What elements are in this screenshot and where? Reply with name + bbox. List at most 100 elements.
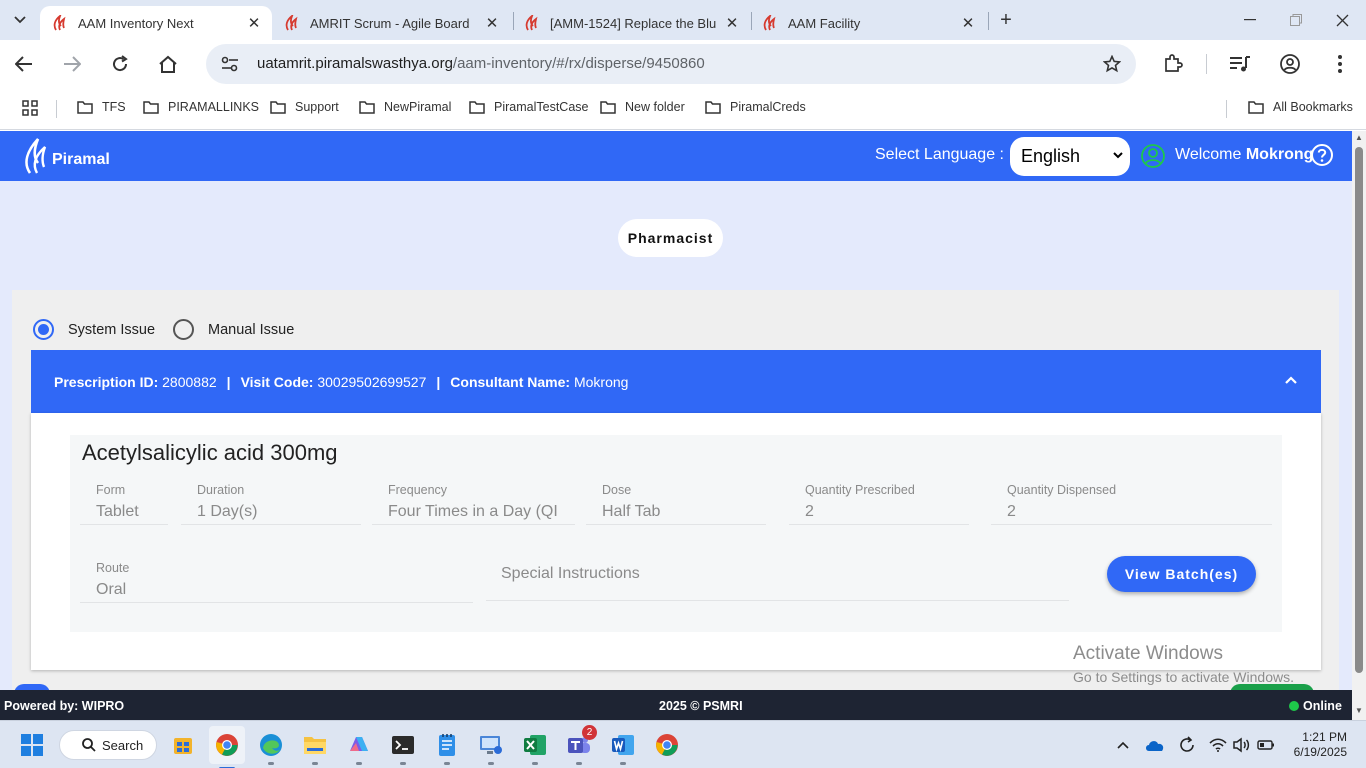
new-tab-button[interactable]: +	[994, 9, 1018, 31]
profile-button[interactable]	[1276, 50, 1304, 78]
tab-aam-facility[interactable]: AAM Facility ✕	[750, 6, 986, 40]
field-label: Duration	[197, 483, 245, 497]
piramal-favicon-icon	[52, 15, 68, 31]
widgets-app-icon[interactable]	[169, 731, 197, 759]
close-icon[interactable]: ✕	[722, 13, 742, 33]
wifi-icon[interactable]	[1208, 735, 1228, 755]
chrome-taskbar-icon[interactable]	[209, 726, 245, 768]
home-button[interactable]	[154, 50, 182, 78]
notepad-taskbar-icon[interactable]	[433, 731, 461, 765]
bookmark-newpiramal[interactable]: NewPiramal	[359, 100, 451, 114]
user-avatar-icon[interactable]	[1141, 144, 1165, 168]
piramal-logo[interactable]: Piramal	[24, 137, 110, 175]
running-indicator	[532, 762, 538, 765]
terminal-taskbar-icon[interactable]	[389, 731, 417, 765]
bookmark-piramallinks[interactable]: PIRAMALLINKS	[143, 100, 259, 114]
onedrive-icon[interactable]	[1145, 735, 1165, 755]
page-scrollbar[interactable]: ▲ ▼	[1352, 131, 1366, 720]
chrome-secondary-taskbar-icon[interactable]	[653, 731, 681, 759]
view-batches-button[interactable]: View Batch(es)	[1107, 556, 1256, 592]
bookmark-tfs[interactable]: TFS	[77, 100, 126, 114]
tab-amrit-scrum[interactable]: AMRIT Scrum - Agile Board ✕	[272, 6, 510, 40]
quantity-prescribed-field: Quantity Prescribed 2	[789, 483, 969, 525]
sync-icon[interactable]	[1177, 735, 1197, 755]
extensions-button[interactable]	[1159, 50, 1187, 78]
running-indicator	[488, 762, 494, 765]
tab-search-button[interactable]	[6, 6, 34, 34]
volume-icon[interactable]	[1231, 735, 1251, 755]
home-icon	[159, 55, 177, 73]
system-issue-label[interactable]: System Issue	[68, 322, 155, 338]
system-issue-radio[interactable]	[33, 319, 54, 340]
all-bookmarks-button[interactable]: All Bookmarks	[1248, 100, 1353, 114]
bookmark-new-folder[interactable]: New folder	[600, 100, 685, 114]
url-path: /aam-inventory/#/rx/disperse/9450860	[452, 55, 705, 72]
prescription-id-value: 2800882	[162, 373, 217, 390]
scroll-up-arrow-icon[interactable]: ▲	[1355, 133, 1363, 142]
language-value: English	[1021, 146, 1081, 166]
tab-title: AAM Inventory Next	[78, 15, 194, 31]
scrollbar-thumb[interactable]	[1355, 147, 1363, 673]
language-select[interactable]: English	[1010, 137, 1130, 176]
bookmark-separator	[1226, 100, 1227, 118]
manual-issue-radio[interactable]	[173, 319, 195, 340]
manual-issue-label[interactable]: Manual Issue	[208, 322, 294, 338]
separator: |	[226, 373, 231, 390]
minimize-button[interactable]	[1230, 8, 1270, 32]
tab-title: [AMM-1524] Replace the Blu	[550, 15, 717, 31]
special-instructions-input[interactable]: Special Instructions	[486, 553, 1069, 601]
prescription-header[interactable]: Prescription ID: 2800882 | Visit Code: 3…	[31, 350, 1321, 413]
folder-icon	[77, 100, 93, 114]
battery-icon[interactable]	[1256, 735, 1276, 755]
bookmark-label: TFS	[102, 100, 126, 114]
back-button[interactable]	[10, 50, 38, 78]
teams-taskbar-icon[interactable]: 2	[565, 725, 597, 765]
taskbar-search[interactable]: Search	[59, 730, 157, 760]
file-explorer-taskbar-icon[interactable]	[301, 731, 329, 765]
browser-menu-button[interactable]	[1326, 50, 1354, 78]
word-taskbar-icon[interactable]	[609, 731, 637, 765]
dose-field: Dose Half Tab	[586, 483, 766, 525]
bookmark-star-icon[interactable]	[1102, 54, 1122, 74]
m365-taskbar-icon[interactable]	[345, 731, 373, 765]
close-window-button[interactable]	[1322, 8, 1362, 32]
media-control-button[interactable]	[1226, 50, 1254, 78]
windows-start-icon[interactable]	[20, 733, 44, 757]
tab-title: AMRIT Scrum - Agile Board	[310, 15, 470, 31]
field-label: Form	[96, 483, 126, 497]
chevron-up-icon[interactable]	[1113, 735, 1133, 755]
role-badge: Pharmacist	[618, 219, 723, 257]
edge-taskbar-icon[interactable]	[257, 731, 285, 765]
medicine-name: Acetylsalicylic acid 300mg	[82, 440, 338, 465]
close-icon[interactable]: ✕	[958, 13, 978, 33]
piramal-logo-icon	[25, 138, 47, 174]
system-clock[interactable]: 1:21 PM 6/19/2025	[1289, 730, 1347, 760]
site-settings-icon[interactable]	[220, 54, 240, 74]
tab-aam-inventory[interactable]: AAM Inventory Next ✕	[40, 6, 272, 40]
forward-button[interactable]	[58, 50, 86, 78]
restore-button[interactable]	[1276, 8, 1316, 32]
reload-button[interactable]	[106, 50, 134, 78]
browser-tabstrip: AAM Inventory Next ✕ AMRIT Scrum - Agile…	[0, 0, 1366, 40]
chevron-down-icon	[14, 16, 26, 24]
running-indicator	[356, 762, 362, 765]
excel-taskbar-icon[interactable]	[521, 731, 549, 765]
prescription-card: Acetylsalicylic acid 300mg Form Tablet D…	[31, 413, 1321, 670]
close-icon[interactable]: ✕	[482, 13, 502, 33]
bookmark-support[interactable]: Support	[270, 100, 339, 114]
bookmark-piramaltestcase[interactable]: PiramalTestCase	[469, 100, 588, 114]
separator: |	[436, 373, 441, 390]
apps-grid-button[interactable]	[22, 100, 38, 116]
address-bar[interactable]: uatamrit.piramalswasthya.org/aam-invento…	[206, 44, 1136, 84]
field-label: Dose	[602, 483, 632, 497]
remote-desktop-taskbar-icon[interactable]	[477, 731, 505, 765]
chevron-up-icon[interactable]	[1283, 372, 1299, 388]
field-label: Quantity Prescribed	[805, 483, 915, 497]
close-icon[interactable]: ✕	[244, 13, 264, 33]
consultant-name-value: Mokrong	[573, 373, 629, 390]
tab-amm-1524[interactable]: [AMM-1524] Replace the Blu ✕	[512, 6, 750, 40]
help-icon[interactable]	[1311, 144, 1333, 166]
activate-windows-watermark: Activate Windows Go to Settings to activ…	[1073, 643, 1294, 685]
scroll-down-arrow-icon[interactable]: ▼	[1355, 706, 1363, 715]
bookmark-piramalcreds[interactable]: PiramalCreds	[705, 100, 806, 114]
